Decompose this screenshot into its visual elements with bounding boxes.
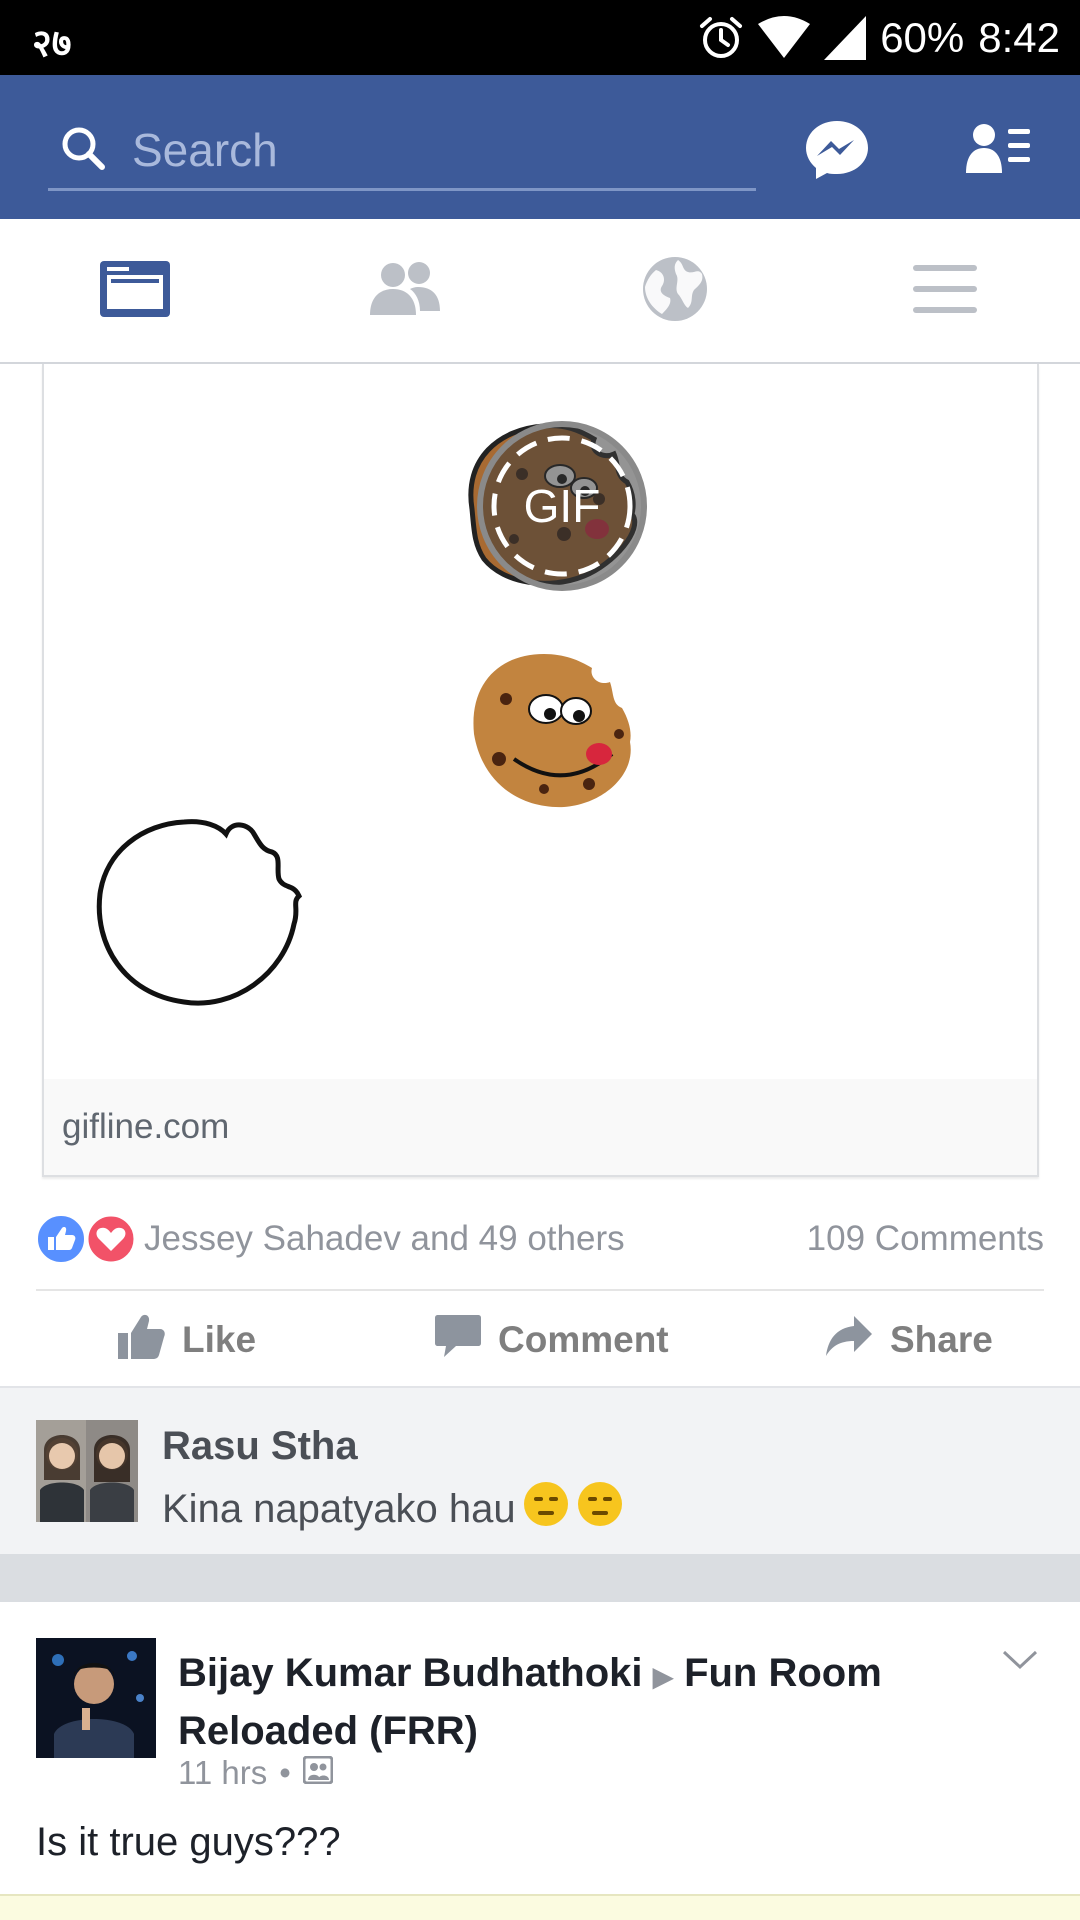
post-body: Is it true guys??? [36, 1820, 341, 1864]
next-attachment-edge [0, 1894, 1080, 1920]
divider [36, 1289, 1044, 1291]
group-audience-icon [302, 1754, 334, 1792]
globe-icon [642, 256, 708, 327]
expressionless-face-icon [522, 1480, 570, 1538]
search-input[interactable]: Search [48, 113, 756, 191]
thumbs-up-icon [116, 1311, 166, 1370]
like-button[interactable]: Like [116, 1310, 256, 1370]
battery-percent: 60% [880, 14, 965, 61]
post-meta: 11 hrs • [178, 1754, 334, 1792]
like-reaction-icon [36, 1214, 86, 1269]
meta-separator: • [279, 1754, 291, 1791]
feed-separator [0, 1554, 1080, 1602]
tab-notifications[interactable] [540, 219, 810, 364]
comment-text: Kina napatyako hau [162, 1486, 516, 1531]
link-footer[interactable]: gifline.com [44, 1079, 1037, 1175]
tab-friends[interactable] [270, 219, 540, 364]
wifi-icon [758, 16, 811, 60]
cookie-image [473, 654, 631, 808]
share-label: Share [890, 1319, 993, 1360]
facebook-feed-screen: २७ 60% 8:42 Search GIF gifline.com Jesse… [0, 0, 1080, 1920]
friend-requests-icon[interactable] [966, 123, 1032, 180]
share-button[interactable]: Share [824, 1310, 993, 1370]
cookie-outline [96, 819, 303, 1006]
reaction-names[interactable]: Jessey Sahadev and 49 others [144, 1219, 625, 1259]
comment-text-row: Kina napatyako hau [162, 1480, 624, 1538]
friends-icon [368, 261, 442, 322]
cell-signal-icon [824, 16, 867, 60]
top-bar: Search [0, 75, 1080, 219]
menu-icon [913, 263, 977, 320]
triangle-right-icon: ▶ [652, 1661, 675, 1692]
alarm-icon [698, 15, 744, 61]
tab-bar [0, 219, 1080, 364]
link-card[interactable]: GIF gifline.com [42, 364, 1039, 1177]
post-author[interactable]: Bijay Kumar Budhathoki [178, 1651, 643, 1695]
avatar[interactable] [36, 1638, 156, 1758]
comment-preview[interactable]: Rasu Stha Kina napatyako hau [0, 1386, 1080, 1554]
link-domain: gifline.com [62, 1107, 230, 1146]
comment-count[interactable]: 109 Comments [807, 1219, 1044, 1259]
comment-button[interactable]: Comment [434, 1310, 669, 1370]
comment-author[interactable]: Rasu Stha [162, 1424, 358, 1469]
share-arrow-icon [824, 1314, 874, 1367]
avatar[interactable] [36, 1420, 138, 1522]
clock: 8:42 [978, 14, 1060, 61]
search-placeholder: Search [132, 124, 278, 176]
chevron-down-icon[interactable] [1000, 1648, 1040, 1677]
tab-news-feed[interactable] [0, 219, 270, 364]
action-bar: Like Comment Share [0, 1292, 1080, 1386]
tab-menu[interactable] [810, 219, 1080, 364]
reactions-summary[interactable]: Jessey Sahadev and 49 others 109 Comment… [36, 1211, 1044, 1271]
like-label: Like [182, 1319, 257, 1360]
news-feed-icon [98, 259, 172, 324]
comment-icon [434, 1313, 482, 1368]
gif-artwork: GIF [96, 421, 647, 1006]
carrier-label: २७ [32, 21, 72, 65]
post-header: Bijay Kumar Budhathoki ▶ Fun Room Reloaded… [178, 1646, 978, 1758]
status-bar: २७ 60% 8:42 [0, 0, 1080, 75]
search-icon [58, 123, 110, 180]
gif-label: GIF [524, 480, 601, 532]
gif-preview[interactable]: GIF [44, 364, 1037, 1079]
love-reaction-icon [85, 1213, 137, 1269]
feed-post: Bijay Kumar Budhathoki ▶ Fun Room Reloaded… [0, 1602, 1080, 1920]
messenger-icon[interactable] [804, 119, 870, 186]
status-icons: 60% 8:42 [698, 10, 1060, 66]
expressionless-face-icon [576, 1480, 624, 1538]
post-time[interactable]: 11 hrs [178, 1754, 267, 1792]
comment-label: Comment [498, 1319, 669, 1360]
